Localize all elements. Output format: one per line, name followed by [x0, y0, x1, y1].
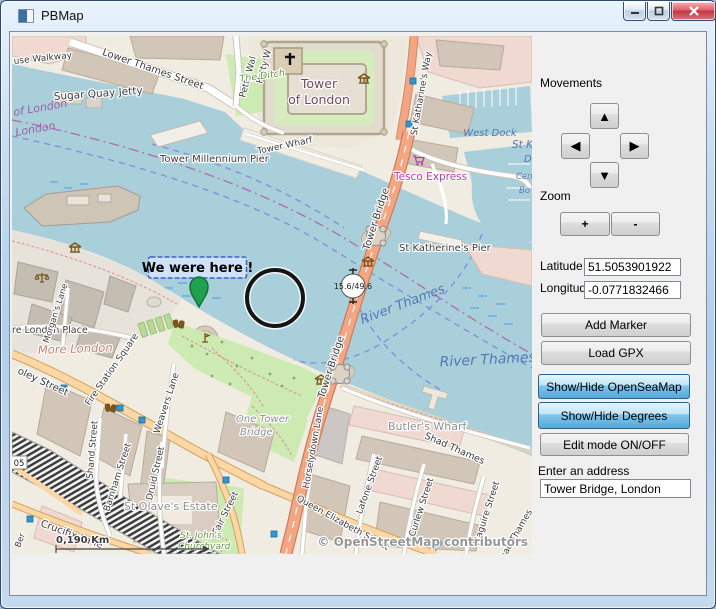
label-one-tower-2: Bridge	[240, 427, 273, 438]
map-view[interactable]: 15.6/49.6	[12, 36, 532, 554]
road-shield: 05	[12, 456, 27, 469]
address-input[interactable]	[540, 479, 691, 498]
close-icon	[688, 5, 700, 17]
app-icon	[18, 9, 34, 23]
label-millennium-pier: Tower Millennium Pier	[159, 154, 270, 165]
latitude-label: Latitude	[540, 259, 583, 273]
edit-mode-button[interactable]: Edit mode ON/OFF	[540, 433, 689, 456]
map-canvas: 15.6/49.6	[12, 36, 532, 554]
label-tower-2: of London	[288, 92, 350, 107]
label-tower-1: Tower	[300, 76, 338, 91]
scale-label: 0,190 Km	[56, 535, 109, 546]
maximize-button[interactable]	[647, 2, 670, 21]
label-west-dock: West Dock	[463, 128, 518, 139]
toggle-openseamap-button[interactable]: Show/Hide OpenSeaMap	[538, 374, 690, 399]
label-st-katherines-pier: St Katherine's Pier	[399, 243, 492, 254]
latitude-input[interactable]	[584, 258, 681, 276]
longitude-input[interactable]	[584, 281, 681, 299]
movements-label: Movements	[540, 76, 602, 90]
window-title: PBMap	[41, 8, 84, 23]
toggle-degrees-button[interactable]: Show/Hide Degrees	[538, 402, 690, 429]
window-content: 15.6/49.6	[9, 31, 707, 596]
we-were-here-label: We were here !	[142, 261, 254, 276]
we-were-here-marker: We were here !	[142, 257, 254, 278]
label-st-johns-1: St. John's	[180, 531, 222, 541]
title-bar[interactable]: PBMap	[1, 1, 715, 31]
minimize-icon	[629, 5, 641, 17]
address-label: Enter an address	[538, 464, 629, 478]
label-one-tower-1: One Tower	[236, 414, 290, 425]
label-st-olaves: St Olave's Estate	[124, 500, 218, 513]
move-right-button[interactable]: ▶	[620, 133, 649, 159]
zoom-out-button[interactable]: -	[611, 212, 660, 236]
label-cen: Cen	[516, 172, 532, 182]
maximize-icon	[653, 5, 665, 17]
label-st-ka: St Ka	[512, 139, 532, 151]
close-button[interactable]	[671, 2, 716, 21]
zoom-in-button[interactable]: +	[560, 212, 610, 236]
move-down-button[interactable]: ▼	[590, 162, 619, 188]
load-gpx-button[interactable]: Load GPX	[541, 341, 691, 365]
minimize-button[interactable]	[623, 2, 646, 21]
add-marker-button[interactable]: Add Marker	[541, 313, 691, 337]
bridge-clearance-label: 15.6/49.6	[334, 282, 372, 291]
move-up-button[interactable]: ▲	[590, 103, 619, 129]
move-left-button[interactable]: ◀	[561, 133, 590, 159]
app-window: PBMap	[0, 0, 716, 609]
svg-text:05: 05	[14, 459, 25, 469]
label-tesco: Tesco Express	[393, 171, 467, 183]
zoom-label: Zoom	[540, 189, 571, 203]
label-d: D	[524, 154, 532, 165]
map-attribution: © OpenStreetMap contributors	[317, 535, 528, 549]
label-bo: Bo	[519, 186, 530, 196]
caption-buttons	[623, 2, 716, 21]
